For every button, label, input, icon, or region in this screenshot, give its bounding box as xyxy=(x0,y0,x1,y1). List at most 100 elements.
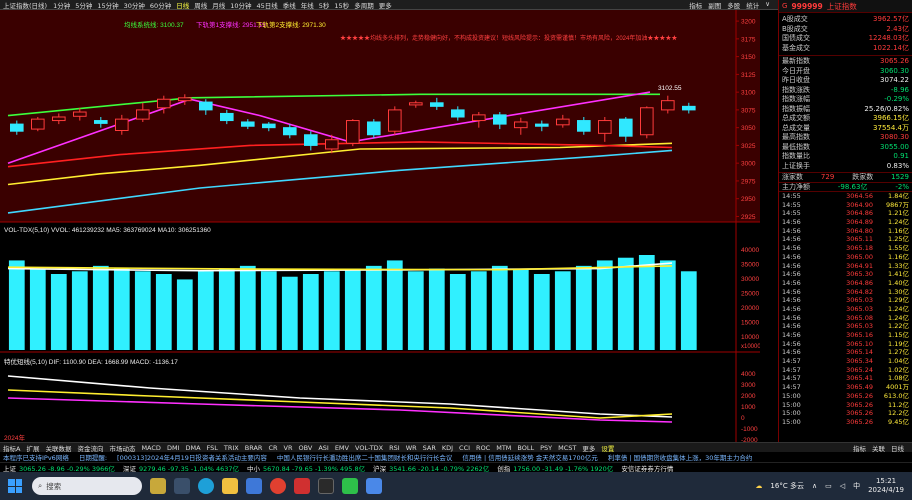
volume-bar xyxy=(302,274,319,350)
indicator-tab[interactable]: 资金流向 xyxy=(77,443,103,453)
volume-bar xyxy=(386,260,403,350)
windows-start-icon[interactable] xyxy=(8,479,22,493)
period-tab[interactable]: 日线 xyxy=(175,0,190,10)
period-tab[interactable]: 年线 xyxy=(300,0,315,10)
chart-area[interactable]: 3200 3175 3150 3125 3100 3075 3050 3025 3000 2975… xyxy=(0,10,760,442)
indicator-tab[interactable]: 关联数据 xyxy=(45,443,71,453)
news-item[interactable]: 本程序已支持IPv6网络 xyxy=(3,452,69,462)
indicator-tab[interactable]: ASI xyxy=(318,444,329,452)
indicator-tab-right[interactable]: 指标 xyxy=(853,443,866,453)
news-item[interactable]: [000313]2024年4月19日投资者关系活动主要内容 xyxy=(117,452,267,462)
period-tab[interactable]: 30分钟 xyxy=(123,0,146,10)
indicator-tab[interactable]: SAR xyxy=(423,444,436,452)
indicator-tab[interactable]: CCI xyxy=(459,444,470,452)
indicator-tab[interactable]: CR xyxy=(268,444,277,452)
indicator-tab[interactable]: VOL-TDX xyxy=(355,444,383,452)
period-tab[interactable]: 多周期 xyxy=(353,0,375,10)
indicator-tab[interactable]: WR xyxy=(406,444,417,452)
index-ticker-item[interactable]: 中小 5670.84 -79.65 -1.39% 495.8亿 xyxy=(247,463,365,473)
period-tab[interactable]: 15秒 xyxy=(333,0,350,10)
indicator-tab[interactable]: MTM xyxy=(496,444,511,452)
clock[interactable]: 15:21 2024/4/19 xyxy=(868,477,904,495)
period-tab[interactable]: 5分钟 xyxy=(74,0,93,10)
indicator-tab[interactable]: 扩展 xyxy=(26,443,39,453)
indicator-tab[interactable]: BOLL xyxy=(517,444,534,452)
index-name: 沪深 xyxy=(373,464,387,473)
indicator-tab[interactable]: RSI xyxy=(389,444,400,452)
taskbar-search[interactable]: ⌕ 搜索 xyxy=(32,477,142,495)
volume-icon[interactable]: ◁ xyxy=(840,482,845,490)
period-tab[interactable]: 月线 xyxy=(211,0,226,10)
y-tick-label: 3150 xyxy=(741,54,756,61)
network-icon[interactable]: ▭ xyxy=(825,482,832,490)
wheat-app-icon[interactable] xyxy=(150,478,166,494)
indicator-tab[interactable]: KDJ xyxy=(442,444,453,452)
candle xyxy=(115,118,129,131)
wechat-icon[interactable] xyxy=(342,478,358,494)
period-tab[interactable]: 15分钟 xyxy=(96,0,119,10)
index-ticker-item[interactable]: 上证 3065.26 -8.96 -0.29% 3966亿 xyxy=(3,463,115,473)
indicator-tab[interactable]: EMV xyxy=(335,444,349,452)
period-tab[interactable]: 45日线 xyxy=(255,0,278,10)
indicator-tab[interactable]: ROC xyxy=(476,444,490,452)
trading-app-icon[interactable] xyxy=(294,478,310,494)
chart-toolbar: 上证指数(日线) 1分钟 5分钟 15分钟 30分钟 60分钟 日线 周线 月线 10分钟 45日… xyxy=(0,0,912,10)
edge-browser-icon[interactable] xyxy=(198,478,214,494)
toolbar-right-item[interactable]: ∨ xyxy=(764,0,771,9)
news-item[interactable]: 利率债 | 国债期货收盘集体上涨，30年期主力合约 xyxy=(608,452,753,462)
file-explorer-icon[interactable] xyxy=(222,478,238,494)
period-tab[interactable]: 更多 xyxy=(378,0,393,10)
period-tab[interactable]: 周线 xyxy=(193,0,208,10)
indicator-tab[interactable]: VR xyxy=(284,444,293,452)
toolbar-right-item[interactable]: 指标 xyxy=(688,0,703,9)
stat-row: A股成交 3962.57亿 xyxy=(779,15,912,25)
tick-volume: 1.21亿 xyxy=(888,209,909,218)
indicator-tab[interactable]: 指标A xyxy=(3,443,20,453)
news-item[interactable]: 日期提醒: xyxy=(79,452,107,462)
weather-text[interactable]: 16°C 多云 xyxy=(770,481,804,491)
tray-arrow-icon[interactable]: ∧ xyxy=(812,482,817,490)
candle xyxy=(451,109,465,118)
index-ticker-item[interactable]: 安信证券券方行情 xyxy=(621,463,673,473)
indicator-tab[interactable]: FSL xyxy=(207,444,218,452)
mail-app-icon[interactable] xyxy=(366,478,382,494)
indicator-tab[interactable]: PSY xyxy=(540,444,552,452)
ime-icon[interactable]: 中 xyxy=(853,481,860,491)
indicator-tab[interactable]: 设置 xyxy=(601,443,614,453)
index-ticker-item[interactable]: 深证 9279.46 -97.35 -1.04% 4637亿 xyxy=(123,463,239,473)
period-tab[interactable]: 1分钟 xyxy=(52,0,71,10)
indicator-tab[interactable]: OBV xyxy=(298,444,312,452)
indicator-tab[interactable]: TRIX xyxy=(224,444,239,452)
indicator-tab[interactable]: MCST xyxy=(558,444,576,452)
period-tab[interactable]: 5秒 xyxy=(318,0,331,10)
index-ticker-item[interactable]: 创指 1756.00 -31.49 -1.76% 1920亿 xyxy=(497,463,613,473)
tick-list[interactable]: 14:55 3064.56 1.84亿 14:55 3064.90 9867万 14:55 3… xyxy=(779,192,912,427)
quote-label: 今日开盘 xyxy=(782,66,810,75)
indicator-tab[interactable]: 更多 xyxy=(582,443,595,453)
indicator-tab[interactable]: MACD xyxy=(141,444,160,452)
period-tab[interactable]: 季线 xyxy=(282,0,297,10)
toolbar-right-item[interactable]: 副图 xyxy=(707,0,722,9)
news-item[interactable]: 信用债 | 信用债延续涨势 金天然交易1700亿元 xyxy=(462,452,597,462)
chrome-icon[interactable] xyxy=(270,478,286,494)
volume-bar xyxy=(197,271,214,350)
volume-bar xyxy=(365,265,382,350)
indicator-tab[interactable]: 市场动态 xyxy=(109,443,135,453)
tick-volume: 4001万 xyxy=(885,383,909,392)
terminal-app-icon[interactable] xyxy=(318,478,334,494)
indicator-tab[interactable]: BRAR xyxy=(245,444,263,452)
period-tab[interactable]: 10分钟 xyxy=(229,0,252,10)
indicator-tab-right[interactable]: 日线 xyxy=(891,443,904,453)
task-view-icon[interactable] xyxy=(174,478,190,494)
indicator-tab-right[interactable]: 关联 xyxy=(872,443,885,453)
app-grid-icon[interactable] xyxy=(246,478,262,494)
toolbar-right-item[interactable]: 统计 xyxy=(745,0,760,9)
indicator-tab[interactable]: DMI xyxy=(167,444,180,452)
weather-icon[interactable]: ☁ xyxy=(755,482,762,490)
period-tab[interactable]: 60分钟 xyxy=(149,0,172,10)
news-item[interactable]: 中国人民银行行长潘功胜出席二十国集团财长和央行行长会议 xyxy=(277,452,453,462)
indicator-tab[interactable]: DMA xyxy=(185,444,200,452)
toolbar-right-item[interactable]: 多股 xyxy=(726,0,741,9)
search-icon: ⌕ xyxy=(38,481,43,490)
index-ticker-item[interactable]: 沪深 3541.66 -20.14 -0.79% 2262亿 xyxy=(373,463,489,473)
